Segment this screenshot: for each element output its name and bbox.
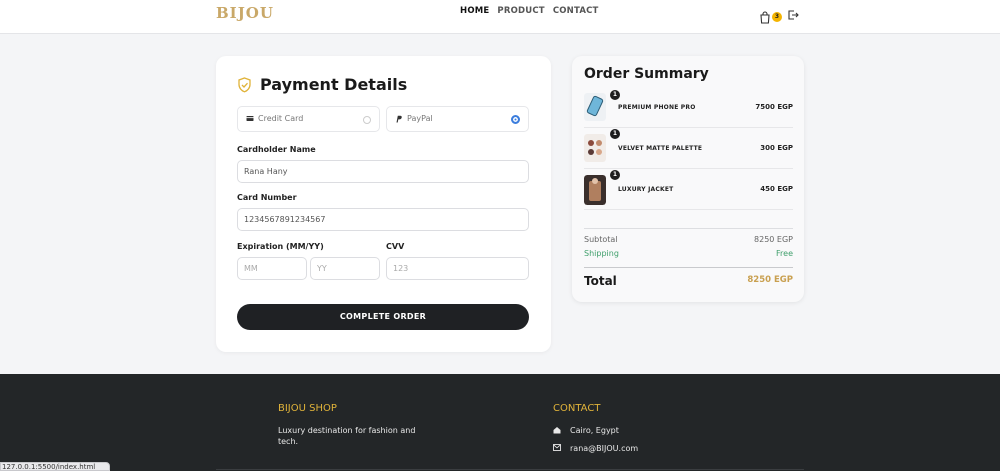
footer-email[interactable]: rana@BIJOU.com [570,443,638,454]
item-name: PREMIUM PHONE PRO [618,104,696,111]
envelope-icon [553,444,561,451]
item-name: LUXURY JACKET [618,186,674,193]
item-quantity-badge: 1 [610,90,620,100]
cart-count-badge: 3 [772,11,782,22]
cvv-input[interactable]: 123 [386,257,529,280]
order-summary-title: Order Summary [584,66,709,82]
logout-icon [788,10,799,20]
paypal-label: PayPal [407,114,433,123]
nav-contact-link[interactable]: CONTACT [553,6,599,16]
footer-divider [216,469,804,470]
cvv-label: CVV [386,242,405,251]
item-quantity-badge: 1 [610,170,620,180]
summary-divider [584,228,793,229]
item-price: 7500 EGP [755,103,793,111]
payment-title: Payment Details [260,75,408,94]
credit-card-label: Credit Card [258,114,304,123]
card-number-label: Card Number [237,193,297,202]
phone-product-image [584,93,606,121]
shopping-bag-icon [760,10,770,24]
nav-home-link[interactable]: HOME [460,6,489,16]
payment-title-row: Payment Details [237,75,407,94]
total-value: 8250 EGP [747,275,793,285]
paypal-radio[interactable] [511,115,520,124]
shipping-label: Shipping [584,249,619,258]
credit-card-radio[interactable] [363,116,371,124]
summary-item: 1 LUXURY JACKET 450 EGP [584,169,793,210]
footer-address: Cairo, Egypt [570,426,619,435]
credit-card-icon [246,116,254,121]
shipping-value: Free [776,249,793,258]
site-header: BIJOU HOME PRODUCT CONTACT 3 [0,0,1000,34]
expiration-label: Expiration (MM/YY) [237,242,324,251]
item-price: 450 EGP [760,185,793,193]
card-number-input[interactable]: 1234567891234567 [237,208,529,231]
footer-contact-title: CONTACT [553,403,601,414]
paypal-icon [396,115,402,123]
payment-details-card: Payment Details Credit Card PayPal Cardh… [216,56,551,352]
nav-product-link[interactable]: PRODUCT [497,6,544,16]
browser-status-url: 127.0.0.1:5500/index.html [0,462,110,471]
site-logo[interactable]: BIJOU [216,4,274,22]
footer-shop-title: BIJOU SHOP [278,403,337,414]
item-name: VELVET MATTE PALETTE [618,145,703,152]
cardholder-name-input[interactable]: Rana Hany [237,160,529,183]
summary-item: 1 PREMIUM PHONE PRO 7500 EGP [584,87,793,128]
payment-method-credit-card[interactable]: Credit Card [237,106,380,132]
site-footer: BIJOU SHOP Luxury destination for fashio… [0,374,1000,471]
footer-shop-description: Luxury destination for fashion and tech. [278,426,416,446]
header-actions: 3 [759,6,799,25]
cart-button[interactable]: 3 [759,9,782,24]
main-nav: HOME PRODUCT CONTACT [460,6,599,16]
cardholder-name-label: Cardholder Name [237,145,316,154]
order-summary-card: Order Summary 1 PREMIUM PHONE PRO 7500 E… [572,56,804,302]
subtotal-label: Subtotal [584,235,618,244]
logout-button[interactable] [787,6,799,25]
shield-check-icon [238,76,251,92]
palette-product-image [584,134,606,162]
jacket-product-image [584,175,606,205]
item-quantity-badge: 1 [610,129,620,139]
home-icon [553,427,561,434]
payment-method-paypal[interactable]: PayPal [386,106,529,132]
summary-item: 1 VELVET MATTE PALETTE 300 EGP [584,128,793,169]
total-divider [584,267,793,268]
expiration-year-input[interactable]: YY [310,257,380,280]
item-price: 300 EGP [760,144,793,152]
subtotal-value: 8250 EGP [754,235,793,244]
complete-order-button[interactable]: COMPLETE ORDER [237,304,529,330]
total-label: Total [584,274,617,288]
expiration-month-input[interactable]: MM [237,257,307,280]
